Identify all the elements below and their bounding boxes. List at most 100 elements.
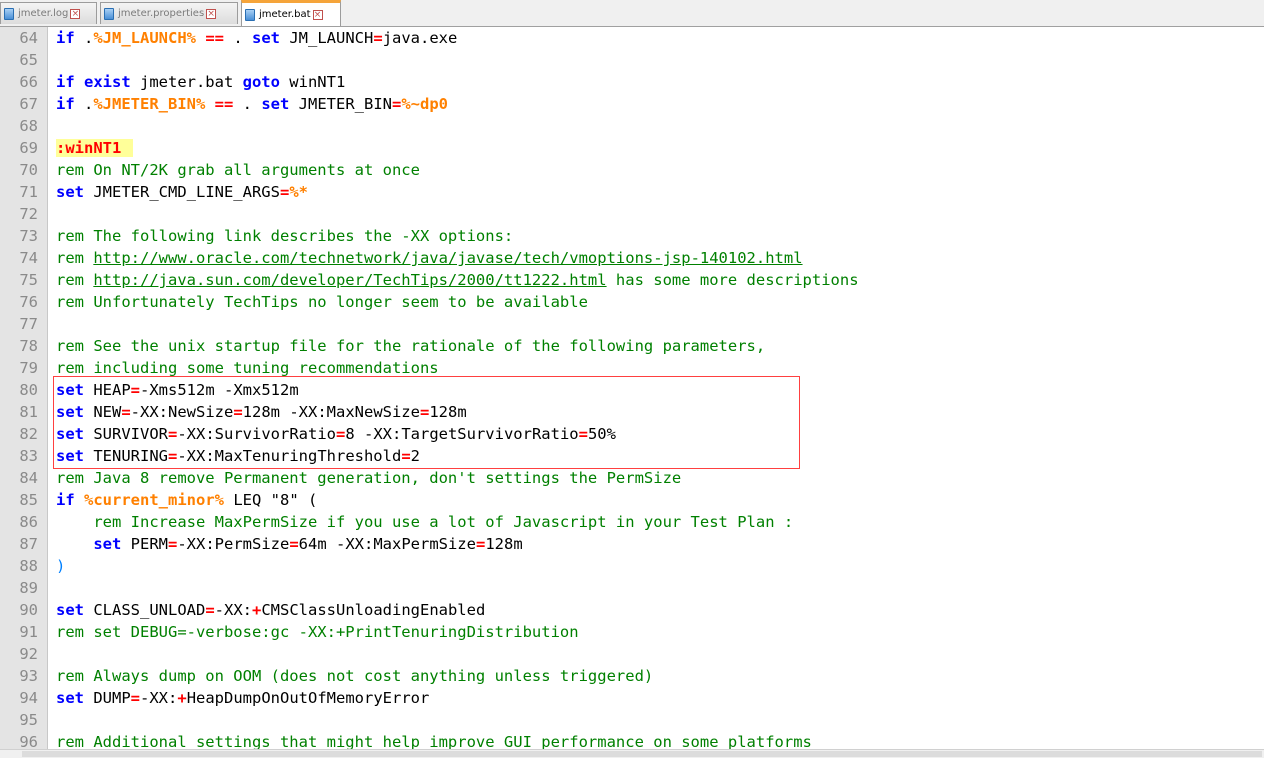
line-number: 75 xyxy=(19,271,38,289)
line-content: rem Additional settings that might help … xyxy=(56,731,812,749)
code-line[interactable]: 71 set JMETER_CMD_LINE_ARGS=%* xyxy=(0,181,1264,203)
comment-token: rem xyxy=(56,249,94,267)
keyword-token: if xyxy=(56,95,75,113)
tab-label: jmeter.bat xyxy=(259,9,311,20)
text-token: -XX: xyxy=(140,689,178,707)
line-number: 82 xyxy=(19,425,38,443)
text-token: -XX:NewSize xyxy=(130,403,234,421)
code-line[interactable]: 70 rem On NT/2K grab all arguments at onc… xyxy=(0,159,1264,181)
code-line[interactable]: 80 set HEAP=-Xms512m -Xmx512m xyxy=(0,379,1264,401)
line-number: 86 xyxy=(19,513,38,531)
line-number: 90 xyxy=(19,601,38,619)
line-number: 67 xyxy=(19,95,38,113)
text-token: PERM xyxy=(121,535,168,553)
code-line[interactable]: 82 set SURVIVOR=-XX:SurvivorRatio=8 -XX:T… xyxy=(0,423,1264,445)
code-line[interactable]: 92 xyxy=(0,643,1264,665)
text-token: HEAP xyxy=(84,381,131,399)
tab-jmeter-properties[interactable]: jmeter.properties × xyxy=(100,2,238,24)
close-icon[interactable]: × xyxy=(312,9,323,20)
text-token: 64m -XX:MaxPermSize xyxy=(298,535,476,553)
line-content: if .%JMETER_BIN% == . set JMETER_BIN=%~d… xyxy=(56,93,448,115)
code-line[interactable]: 86 rem Increase MaxPermSize if you use a… xyxy=(0,511,1264,533)
code-line[interactable]: 75 rem http://java.sun.com/developer/Tech… xyxy=(0,269,1264,291)
comment-token: has some more descriptions xyxy=(606,271,859,289)
operator-token: = xyxy=(373,29,383,47)
line-number: 79 xyxy=(19,359,38,377)
code-line[interactable]: 72 xyxy=(0,203,1264,225)
line-number: 92 xyxy=(19,645,38,663)
line-number: 87 xyxy=(19,535,38,553)
code-line[interactable]: 65 xyxy=(0,49,1264,71)
line-number: 71 xyxy=(19,183,38,201)
code-line[interactable]: 93 rem Always dump on OOM (does not cost … xyxy=(0,665,1264,687)
code-line[interactable]: 91 rem set DEBUG=-verbose:gc -XX:+PrintTe… xyxy=(0,621,1264,643)
line-number: 80 xyxy=(19,381,38,399)
line-content: set PERM=-XX:PermSize=64m -XX:MaxPermSiz… xyxy=(56,533,523,555)
operator-token: = xyxy=(130,381,141,399)
code-line[interactable]: 74 rem http://www.oracle.com/technetwork/… xyxy=(0,247,1264,269)
code-line[interactable]: 94 set DUMP=-XX:+HeapDumpOnOutOfMemoryErr… xyxy=(0,687,1264,709)
code-line[interactable]: 85 if %current_minor% LEQ "8" ( xyxy=(0,489,1264,511)
code-line[interactable]: 66 if exist jmeter.bat goto winNT1 xyxy=(0,71,1264,93)
code-line[interactable]: 78 rem See the unix startup file for the … xyxy=(0,335,1264,357)
comment-token: rem On NT/2K grab all arguments at once xyxy=(56,161,420,179)
code-line[interactable]: 81 set NEW=-XX:NewSize=128m -XX:MaxNewSiz… xyxy=(0,401,1264,423)
code-line[interactable]: 96 rem Additional settings that might hel… xyxy=(0,731,1264,749)
close-icon[interactable]: × xyxy=(70,8,81,19)
line-content: rem Always dump on OOM (does not cost an… xyxy=(56,665,653,687)
code-line[interactable]: 83 set TENURING=-XX:MaxTenuringThreshold=… xyxy=(0,445,1264,467)
tab-jmeter-bat[interactable]: jmeter.bat × xyxy=(241,0,341,26)
line-number: 95 xyxy=(19,711,38,729)
code-line[interactable]: 79 rem including some tuning recommendati… xyxy=(0,357,1264,379)
line-number: 83 xyxy=(19,447,38,465)
line-number: 69 xyxy=(19,139,38,157)
line-content: rem http://www.oracle.com/technetwork/ja… xyxy=(56,247,803,269)
line-content: if %current_minor% LEQ "8" ( xyxy=(56,489,317,511)
text-token: -XX: xyxy=(214,601,252,619)
tab-jmeter-log[interactable]: jmeter.log × xyxy=(0,2,97,24)
keyword-token: set xyxy=(56,381,84,399)
code-line[interactable]: 90 set CLASS_UNLOAD=-XX:+CMSClassUnloadin… xyxy=(0,599,1264,621)
line-number: 78 xyxy=(19,337,38,355)
text-token: -XX:SurvivorRatio xyxy=(177,425,336,443)
comment-token: rem Java 8 remove Permanent generation, … xyxy=(56,469,682,487)
comment-token: rem including some tuning recommendation… xyxy=(56,359,439,377)
scrollbar-thumb[interactable] xyxy=(22,751,1262,757)
line-number: 64 xyxy=(19,29,38,47)
close-icon[interactable]: × xyxy=(206,8,217,19)
variable-token: %* xyxy=(289,183,308,201)
keyword-token: set xyxy=(93,535,122,553)
operator-token: == xyxy=(214,95,234,113)
code-line[interactable]: 89 xyxy=(0,577,1264,599)
line-number: 70 xyxy=(19,161,38,179)
label-token: :winNT1 xyxy=(56,139,134,157)
operator-token: + xyxy=(252,601,262,619)
code-line[interactable]: 69 :winNT1 xyxy=(0,137,1264,159)
code-line[interactable]: 64 if .%JM_LAUNCH% == . set JM_LAUNCH=jav… xyxy=(0,27,1264,49)
code-line[interactable]: 67 if .%JMETER_BIN% == . set JMETER_BIN=%… xyxy=(0,93,1264,115)
code-line[interactable]: 77 xyxy=(0,313,1264,335)
code-line[interactable]: 73 rem The following link describes the -… xyxy=(0,225,1264,247)
text-token: 50% xyxy=(587,425,616,443)
operator-token: == xyxy=(205,29,225,47)
url-link[interactable]: http://www.oracle.com/technetwork/java/j… xyxy=(93,249,802,267)
code-line[interactable]: 68 xyxy=(0,115,1264,137)
line-number: 76 xyxy=(19,293,38,311)
line-number: 73 xyxy=(19,227,38,245)
url-link[interactable]: http://java.sun.com/developer/TechTips/2… xyxy=(93,271,606,289)
operator-token: = xyxy=(205,601,215,619)
code-line[interactable]: 87 set PERM=-XX:PermSize=64m -XX:MaxPerm… xyxy=(0,533,1264,555)
text-token: 128m xyxy=(485,535,523,553)
code-line[interactable]: 95 xyxy=(0,709,1264,731)
code-line[interactable]: 76 rem Unfortunately TechTips no longer s… xyxy=(0,291,1264,313)
code-editor[interactable]: 64 if .%JM_LAUNCH% == . set JM_LAUNCH=jav… xyxy=(0,27,1264,749)
comment-token: rem Always dump on OOM (does not cost an… xyxy=(56,667,654,685)
text-token: 128m -XX:MaxNewSize xyxy=(242,403,420,421)
code-line[interactable]: 84 rem Java 8 remove Permanent generation… xyxy=(0,467,1264,489)
line-number: 88 xyxy=(19,557,38,575)
line-number: 65 xyxy=(19,51,38,69)
line-number: 93 xyxy=(19,667,38,685)
code-line[interactable]: 88) xyxy=(0,555,1264,577)
